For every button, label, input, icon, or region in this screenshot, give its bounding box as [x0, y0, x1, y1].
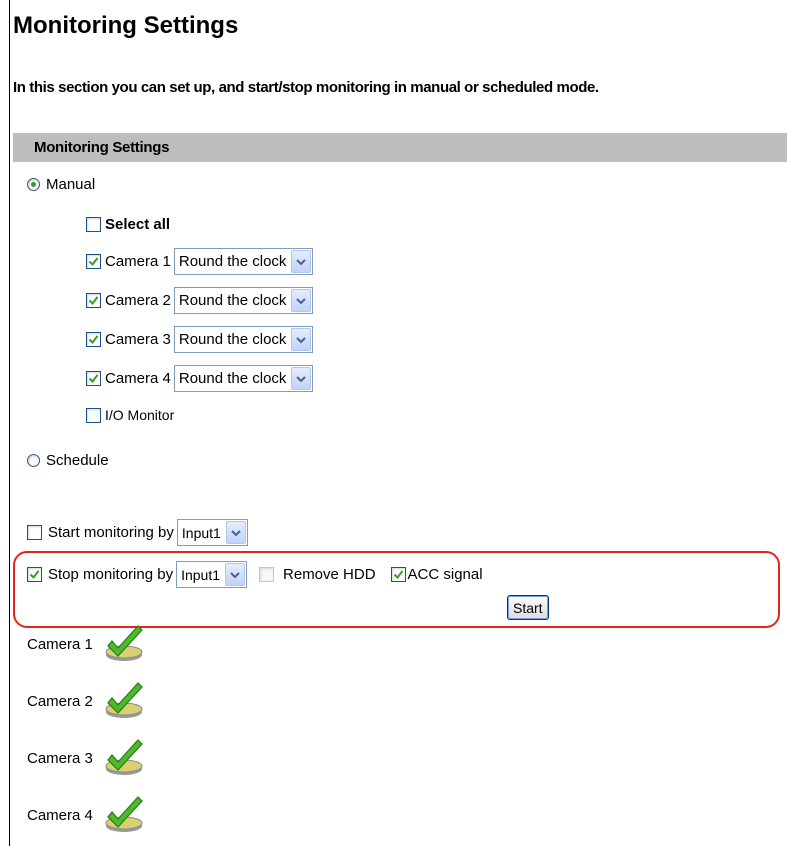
camera-4-label: Camera 4 — [105, 370, 171, 387]
camera-row: Camera 2 Round the clock — [86, 287, 314, 314]
acc-signal-checkbox[interactable] — [390, 567, 406, 582]
io-monitor-row[interactable]: I/O Monitor — [86, 407, 174, 423]
camera-status-item: Camera 4 — [27, 795, 146, 835]
camera-1-checkbox[interactable] — [86, 254, 101, 269]
stop-monitoring-row: Stop monitoring by Input1 Remove HDD ACC… — [27, 561, 483, 588]
camera-3-mode-value: Round the clock — [178, 331, 287, 348]
camera-row: Camera 1 Round the clock — [86, 248, 314, 275]
chevron-down-icon[interactable] — [291, 328, 312, 351]
camera-status-label: Camera 1 — [27, 635, 93, 653]
manual-radio-row[interactable]: Manual — [27, 176, 95, 193]
checkmark-icon — [393, 570, 403, 580]
chevron-down-icon[interactable] — [291, 367, 312, 390]
remove-hdd-checkbox[interactable] — [259, 567, 275, 582]
camera-3-checkbox[interactable] — [86, 332, 101, 347]
camera-4-mode-value: Round the clock — [178, 370, 287, 387]
select-all-row[interactable]: Select all — [86, 216, 170, 233]
start-monitoring-input-value: Input1 — [181, 524, 221, 541]
camera-row: Camera 4 Round the clock — [86, 365, 314, 392]
camera-4-checkbox[interactable] — [86, 371, 101, 386]
checkmark-icon — [88, 296, 99, 306]
camera-3-label: Camera 3 — [105, 331, 171, 348]
camera-2-label: Camera 2 — [105, 292, 171, 309]
stop-monitoring-input-value: Input1 — [181, 566, 221, 583]
camera-1-mode-select[interactable]: Round the clock — [173, 248, 314, 275]
camera-status-item: Camera 1 — [27, 624, 146, 664]
select-all-checkbox[interactable] — [86, 217, 101, 232]
start-monitoring-row: Start monitoring by Input1 — [27, 519, 248, 546]
start-monitoring-label: Start monitoring by — [48, 524, 174, 541]
schedule-label: Schedule — [46, 452, 109, 469]
camera-1-mode-value: Round the clock — [178, 253, 287, 270]
checkmark-icon — [29, 570, 40, 580]
left-border-line — [9, 0, 10, 846]
remove-hdd-label: Remove HDD — [283, 566, 376, 583]
camera-status-item: Camera 3 — [27, 738, 146, 778]
start-monitoring-input-select[interactable]: Input1 — [176, 519, 248, 546]
schedule-radio-row[interactable]: Schedule — [27, 452, 109, 469]
camera-status-item: Camera 2 — [27, 681, 146, 721]
start-button[interactable]: Start — [507, 595, 549, 620]
green-checkmark-icon — [105, 682, 143, 718]
camera-status-label: Camera 3 — [27, 749, 93, 767]
checkmark-icon — [88, 257, 99, 267]
io-monitor-label: I/O Monitor — [105, 407, 175, 423]
green-checkmark-icon — [105, 796, 143, 832]
camera-2-checkbox[interactable] — [86, 293, 101, 308]
camera-1-label: Camera 1 — [105, 253, 171, 270]
chevron-down-icon[interactable] — [291, 289, 312, 312]
page-title: Monitoring Settings — [13, 12, 239, 39]
checkmark-icon — [88, 335, 99, 345]
camera-status-label: Camera 2 — [27, 692, 93, 710]
stop-monitoring-checkbox[interactable] — [27, 567, 42, 582]
camera-3-mode-select[interactable]: Round the clock — [173, 326, 314, 353]
start-monitoring-checkbox[interactable] — [27, 525, 42, 540]
select-all-label: Select all — [105, 216, 171, 233]
stop-monitoring-label: Stop monitoring by — [48, 566, 174, 583]
camera-row: Camera 3 Round the clock — [86, 326, 314, 353]
schedule-radio[interactable] — [27, 454, 40, 467]
green-checkmark-icon — [105, 625, 143, 661]
radio-selected-dot — [31, 182, 36, 187]
io-monitor-checkbox[interactable] — [86, 407, 101, 423]
camera-2-mode-select[interactable]: Round the clock — [173, 287, 314, 314]
green-checkmark-icon — [105, 739, 143, 775]
stop-monitoring-input-select[interactable]: Input1 — [176, 561, 248, 588]
chevron-down-icon[interactable] — [225, 563, 246, 586]
manual-radio[interactable] — [27, 178, 40, 191]
intro-text: In this section you can set up, and star… — [13, 79, 599, 96]
acc-signal-label: ACC signal — [407, 566, 483, 583]
chevron-down-icon[interactable] — [225, 521, 246, 544]
camera-4-mode-select[interactable]: Round the clock — [173, 365, 314, 392]
checkmark-icon — [88, 374, 99, 384]
manual-label: Manual — [46, 176, 96, 193]
chevron-down-icon[interactable] — [291, 250, 312, 273]
section-header: Monitoring Settings — [13, 133, 787, 162]
camera-2-mode-value: Round the clock — [178, 292, 287, 309]
camera-status-label: Camera 4 — [27, 806, 93, 824]
